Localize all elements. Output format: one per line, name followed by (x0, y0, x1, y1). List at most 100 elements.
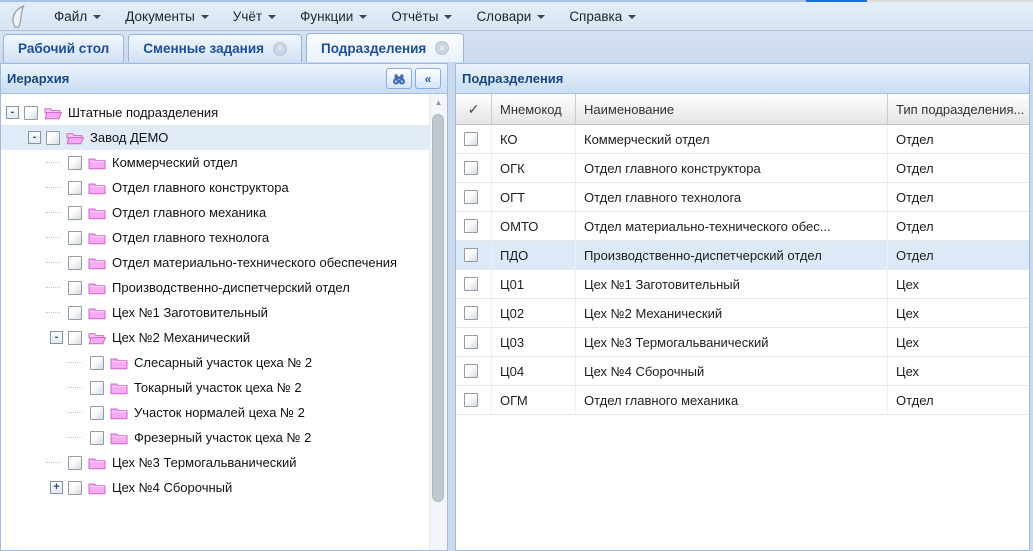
tree-checkbox[interactable] (90, 381, 104, 395)
tree-node-label[interactable]: Отдел главного технолога (112, 230, 269, 245)
chevron-down-icon (201, 15, 209, 19)
tree-node-label[interactable]: Штатные подразделения (68, 105, 218, 120)
tree-node[interactable]: Отдел главного технолога (1, 225, 447, 250)
tree-checkbox[interactable] (90, 356, 104, 370)
menu-item-7[interactable]: Справка (557, 2, 648, 30)
table-row[interactable]: ОГКОтдел главного конструктораОтдел (456, 154, 1029, 183)
row-checkbox[interactable] (464, 335, 478, 349)
row-checkbox[interactable] (464, 190, 478, 204)
row-checkbox[interactable] (464, 132, 478, 146)
tree-node[interactable]: Производственно-диспетчерский отдел (1, 275, 447, 300)
collapse-panel-button[interactable]: « (415, 68, 441, 89)
tree-checkbox[interactable] (68, 331, 82, 345)
table-row[interactable]: ОГТОтдел главного технологаОтдел (456, 183, 1029, 212)
row-checkbox[interactable] (464, 277, 478, 291)
tree-node[interactable]: - Штатные подразделения (1, 100, 447, 125)
tree-checkbox[interactable] (68, 256, 82, 270)
cell-code: ОГТ (492, 183, 576, 211)
tab-close-icon[interactable]: × (435, 41, 449, 55)
table-row[interactable]: ОМТООтдел материально-технического обес.… (456, 212, 1029, 241)
tab-label: Рабочий стол (18, 41, 109, 56)
tree-node[interactable]: - Цех №2 Механический (1, 325, 447, 350)
cell-code: ОГК (492, 154, 576, 182)
tree-node-label[interactable]: Отдел главного механика (112, 205, 266, 220)
menu-item-3[interactable]: Учёт (221, 2, 288, 30)
row-checkbox[interactable] (464, 161, 478, 175)
tree-node[interactable]: Слесарный участок цеха № 2 (1, 350, 447, 375)
tree-checkbox[interactable] (68, 156, 82, 170)
scrollbar-thumb[interactable] (432, 114, 444, 502)
folder-open-icon (44, 106, 62, 120)
tree-checkbox[interactable] (68, 206, 82, 220)
table-row[interactable]: Ц03Цех №3 ТермогальваническийЦех (456, 328, 1029, 357)
tree-connector (50, 306, 63, 319)
tree-node[interactable]: Токарный участок цеха № 2 (1, 375, 447, 400)
row-checkbox[interactable] (464, 219, 478, 233)
search-button[interactable] (386, 68, 412, 89)
tree-checkbox[interactable] (90, 431, 104, 445)
tree-node-label[interactable]: Участок нормалей цеха № 2 (134, 405, 305, 420)
tree-node[interactable]: Отдел главного конструктора (1, 175, 447, 200)
tree-node-label[interactable]: Отдел материально-технического обеспечен… (112, 255, 397, 270)
table-row[interactable]: ПДОПроизводственно-диспетчерский отделОт… (456, 241, 1029, 270)
expand-node-icon[interactable]: + (50, 481, 63, 494)
tree-node-label[interactable]: Завод ДЕМО (90, 130, 168, 145)
tab-1[interactable]: Рабочий стол (3, 34, 124, 62)
tree-checkbox[interactable] (68, 456, 82, 470)
tree-node[interactable]: Фрезерный участок цеха № 2 (1, 425, 447, 450)
tree-node-label[interactable]: Цех №2 Механический (112, 330, 250, 345)
tree-checkbox[interactable] (68, 481, 82, 495)
row-checkbox[interactable] (464, 364, 478, 378)
column-header-check[interactable]: ✓ (456, 94, 492, 124)
table-row[interactable]: Ц02Цех №2 МеханическийЦех (456, 299, 1029, 328)
tree-node-label[interactable]: Производственно-диспетчерский отдел (112, 280, 350, 295)
menu-item-6[interactable]: Словари (464, 2, 557, 30)
tree-node-label[interactable]: Коммерческий отдел (112, 155, 238, 170)
row-checkbox[interactable] (464, 248, 478, 262)
table-row[interactable]: КОКоммерческий отделОтдел (456, 125, 1029, 154)
tree-checkbox[interactable] (24, 106, 38, 120)
scroll-up-icon[interactable]: ▲ (430, 94, 447, 110)
collapse-node-icon[interactable]: - (50, 331, 63, 344)
tree-checkbox[interactable] (90, 406, 104, 420)
table-row[interactable]: Ц01Цех №1 ЗаготовительныйЦех (456, 270, 1029, 299)
menu-item-5[interactable]: Отчёты (379, 2, 464, 30)
table-row[interactable]: Ц04Цех №4 СборочныйЦех (456, 357, 1029, 386)
tree-node-label[interactable]: Токарный участок цеха № 2 (134, 380, 302, 395)
tree-checkbox[interactable] (68, 231, 82, 245)
menu-item-4[interactable]: Функции (288, 2, 379, 30)
tree-node-label[interactable]: Отдел главного конструктора (112, 180, 289, 195)
tab-2[interactable]: Сменные задания× (128, 34, 302, 62)
tree-node[interactable]: - Завод ДЕМО (1, 125, 447, 150)
tree-scrollbar[interactable]: ▲ (429, 94, 447, 550)
row-checkbox[interactable] (464, 393, 478, 407)
tree-node-label[interactable]: Цех №3 Термогальванический (112, 455, 297, 470)
menu-item-1[interactable]: Файл (42, 2, 113, 30)
tree-node[interactable]: + Цех №4 Сборочный (1, 475, 447, 500)
tree-node[interactable]: Отдел материально-технического обеспечен… (1, 250, 447, 275)
tree-checkbox[interactable] (68, 306, 82, 320)
tree-node[interactable]: Коммерческий отдел (1, 150, 447, 175)
tab-3[interactable]: Подразделения× (306, 33, 464, 62)
collapse-node-icon[interactable]: - (6, 106, 19, 119)
tree-node[interactable]: Участок нормалей цеха № 2 (1, 400, 447, 425)
column-header-2[interactable]: Наименование (576, 94, 888, 124)
tree-node[interactable]: Цех №1 Заготовительный (1, 300, 447, 325)
tree-node[interactable]: Цех №3 Термогальванический (1, 450, 447, 475)
tree-node-label[interactable]: Фрезерный участок цеха № 2 (134, 430, 311, 445)
folder-closed-icon (88, 456, 106, 470)
column-header-1[interactable]: Мнемокод (492, 94, 576, 124)
tree-checkbox[interactable] (68, 181, 82, 195)
tab-close-icon[interactable]: × (273, 42, 287, 56)
tree-node-label[interactable]: Цех №1 Заготовительный (112, 305, 268, 320)
menu-item-2[interactable]: Документы (113, 2, 221, 30)
tree-node-label[interactable]: Цех №4 Сборочный (112, 480, 232, 495)
tree-node-label[interactable]: Слесарный участок цеха № 2 (134, 355, 312, 370)
tree-checkbox[interactable] (46, 131, 60, 145)
tree-node[interactable]: Отдел главного механика (1, 200, 447, 225)
column-header-3[interactable]: Тип подразделения... (888, 94, 1029, 124)
table-row[interactable]: ОГМОтдел главного механикаОтдел (456, 386, 1029, 415)
row-checkbox[interactable] (464, 306, 478, 320)
tree-checkbox[interactable] (68, 281, 82, 295)
collapse-node-icon[interactable]: - (28, 131, 41, 144)
